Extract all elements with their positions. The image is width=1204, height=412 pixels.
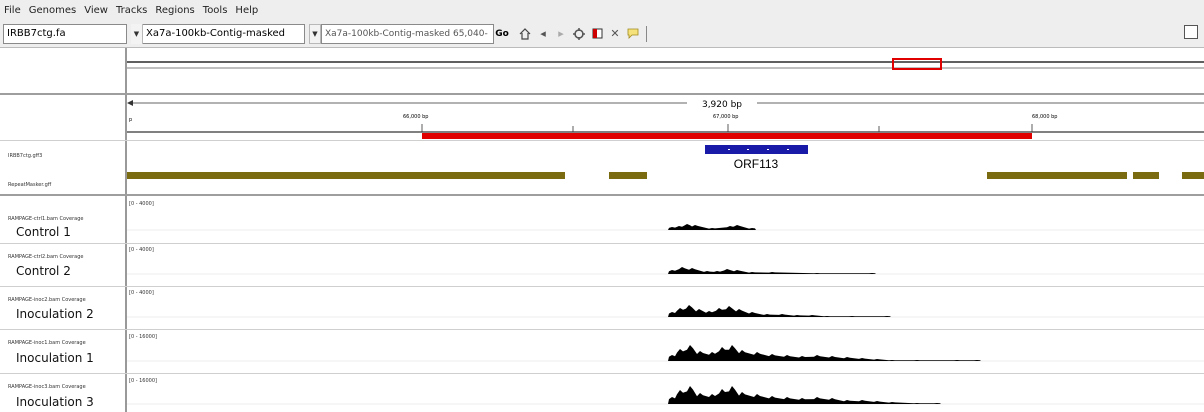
- track-name-gff3[interactable]: IRBB7ctg.gff3: [8, 153, 42, 159]
- repeat-feature[interactable]: [127, 172, 565, 179]
- track-name-repeatmasker[interactable]: RepeatMasker.gff: [8, 182, 51, 188]
- sample-label: Control 1: [16, 225, 71, 239]
- coverage-profile[interactable]: [668, 386, 941, 404]
- repeat-feature[interactable]: [987, 172, 1127, 179]
- locus-input[interactable]: Xa7a-100kb-Contig-masked 65,040-: [321, 23, 494, 44]
- track-name-coverage[interactable]: RAMPAGE-ctrl2.bam Coverage: [8, 254, 83, 260]
- home-icon[interactable]: [516, 24, 534, 44]
- ruler-tick-label: 67,000 bp: [713, 114, 738, 120]
- current-region-box: [892, 58, 942, 70]
- ruler: 3,920 bp p 66,000 bp 67,000 bp 68,000 bp: [127, 100, 1204, 139]
- coverage-profile[interactable]: [668, 305, 891, 317]
- sample-label: Inoculation 2: [16, 307, 94, 321]
- gene-feature[interactable]: ORF113: [705, 145, 808, 171]
- coverage-profile[interactable]: [668, 224, 756, 230]
- track-name-coverage[interactable]: RAMPAGE-inoc3.bam Coverage: [8, 384, 86, 390]
- menu-help[interactable]: Help: [235, 5, 258, 16]
- chevron-down-icon[interactable]: ▼: [309, 23, 321, 44]
- go-button[interactable]: Go: [494, 24, 510, 44]
- repeat-feature[interactable]: [609, 172, 647, 179]
- ruler-span-label: 3,920 bp: [702, 100, 742, 110]
- repeat-track[interactable]: [127, 172, 1204, 179]
- close-icon[interactable]: ✕: [606, 24, 624, 44]
- toolbar: IRBB7ctg.fa ▼ Xa7a-100kb-Contig-masked ▼…: [0, 20, 1204, 48]
- menu-file[interactable]: File: [4, 5, 21, 16]
- genome-dropdown[interactable]: IRBB7ctg.fa: [3, 23, 127, 44]
- repeat-feature[interactable]: [1182, 172, 1204, 179]
- menu-tracks[interactable]: Tracks: [116, 5, 147, 16]
- forward-icon[interactable]: ▸: [552, 24, 570, 44]
- resize-handle[interactable]: [1184, 25, 1198, 39]
- track-name-panel: IRBB7ctg.gff3 RepeatMasker.gff RAMPAGE-c…: [0, 48, 125, 412]
- toolbar-separator: [646, 25, 647, 42]
- track-name-coverage[interactable]: RAMPAGE-inoc2.bam Coverage: [8, 297, 86, 303]
- data-panel[interactable]: 3,920 bp p 66,000 bp 67,000 bp 68,000 bp…: [127, 48, 1204, 412]
- back-icon[interactable]: ◂: [534, 24, 552, 44]
- ruler-tick-label: 68,000 bp: [1032, 114, 1057, 120]
- roi-icon[interactable]: [588, 24, 606, 44]
- genome-view[interactable]: 3,920 bp p 66,000 bp 67,000 bp 68,000 bp…: [127, 48, 1204, 412]
- gene-label: ORF113: [734, 157, 779, 171]
- ruler-tick-label: 66,000 bp: [403, 114, 428, 120]
- ruler-tick-label: p: [129, 117, 132, 123]
- genome-dropdown-value: IRBB7ctg.fa: [7, 28, 66, 39]
- track-name-coverage[interactable]: RAMPAGE-ctrl1.bam Coverage: [8, 216, 83, 222]
- menu-regions[interactable]: Regions: [155, 5, 194, 16]
- chromosome-dropdown-value: Xa7a-100kb-Contig-masked: [146, 28, 286, 39]
- chromosome-dropdown[interactable]: ▼ Xa7a-100kb-Contig-masked: [131, 23, 305, 44]
- menu-genomes[interactable]: Genomes: [29, 5, 76, 16]
- coverage-tracks[interactable]: [127, 224, 1204, 405]
- sample-label: Inoculation 3: [16, 395, 94, 409]
- repeat-feature[interactable]: [1133, 172, 1159, 179]
- coverage-profile[interactable]: [668, 267, 876, 274]
- chromosome-ideogram[interactable]: [127, 58, 1204, 70]
- refresh-icon[interactable]: [570, 24, 588, 44]
- menu-tools[interactable]: Tools: [203, 5, 228, 16]
- menu-bar: File Genomes View Tracks Regions Tools H…: [0, 0, 1204, 20]
- menu-view[interactable]: View: [84, 5, 108, 16]
- sample-label: Control 2: [16, 264, 71, 278]
- popup-icon[interactable]: [624, 24, 642, 44]
- coverage-profile[interactable]: [668, 345, 981, 361]
- chevron-down-icon: ▼: [131, 23, 143, 44]
- region-of-interest-bar[interactable]: [422, 133, 1032, 139]
- track-name-coverage[interactable]: RAMPAGE-inoc1.bam Coverage: [8, 340, 86, 346]
- sample-label: Inoculation 1: [16, 351, 94, 365]
